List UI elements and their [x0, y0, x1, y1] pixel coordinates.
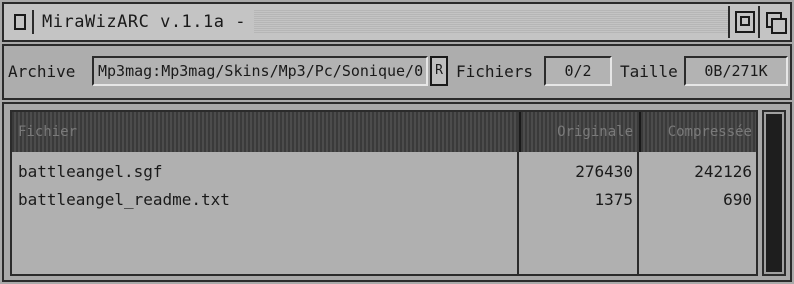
miraviz-window: MiraWizARC v.1.1a - 01.zip Archive Mp3ma…: [0, 0, 794, 284]
column-header-compressed[interactable]: Compressée: [639, 112, 756, 152]
file-list-panel: Fichier Originale Compressée battleangel…: [2, 102, 792, 282]
getfile-button[interactable]: R: [430, 56, 448, 86]
title-bar[interactable]: MiraWizARC v.1.1a - 01.zip: [2, 2, 792, 42]
close-icon[interactable]: [8, 10, 34, 34]
file-name: battleangel_readme.txt: [18, 190, 230, 209]
files-count-field: 0/2: [544, 56, 612, 86]
depth-icon[interactable]: [758, 6, 790, 38]
list-item[interactable]: battleangel.sgf 276430 242126: [12, 158, 756, 186]
archive-info-row: Archive Mp3mag:Mp3mag/Skins/Mp3/Pc/Soniq…: [2, 44, 792, 100]
file-compressed-size: 242126: [694, 162, 752, 181]
file-name: battleangel.sgf: [18, 162, 163, 181]
zoom-icon[interactable]: [728, 6, 760, 38]
archive-label: Archive: [8, 62, 76, 81]
size-field: 0B/271K: [684, 56, 788, 86]
files-label: Fichiers: [456, 62, 534, 81]
column-header-name[interactable]: Fichier: [12, 112, 517, 152]
list-header: Fichier Originale Compressée: [12, 112, 756, 152]
scrollbar-thumb[interactable]: [766, 114, 782, 272]
file-list[interactable]: Fichier Originale Compressée battleangel…: [10, 110, 758, 276]
column-header-original[interactable]: Originale: [519, 112, 637, 152]
vertical-scrollbar[interactable]: [762, 110, 786, 276]
title-bar-pattern: [254, 10, 728, 34]
size-label: Taille: [620, 62, 678, 81]
archive-path-field[interactable]: Mp3mag:Mp3mag/Skins/Mp3/Pc/Sonique/0: [92, 56, 428, 86]
file-original-size: 276430: [575, 162, 633, 181]
file-original-size: 1375: [594, 190, 633, 209]
list-item[interactable]: battleangel_readme.txt 1375 690: [12, 186, 756, 214]
file-compressed-size: 690: [723, 190, 752, 209]
